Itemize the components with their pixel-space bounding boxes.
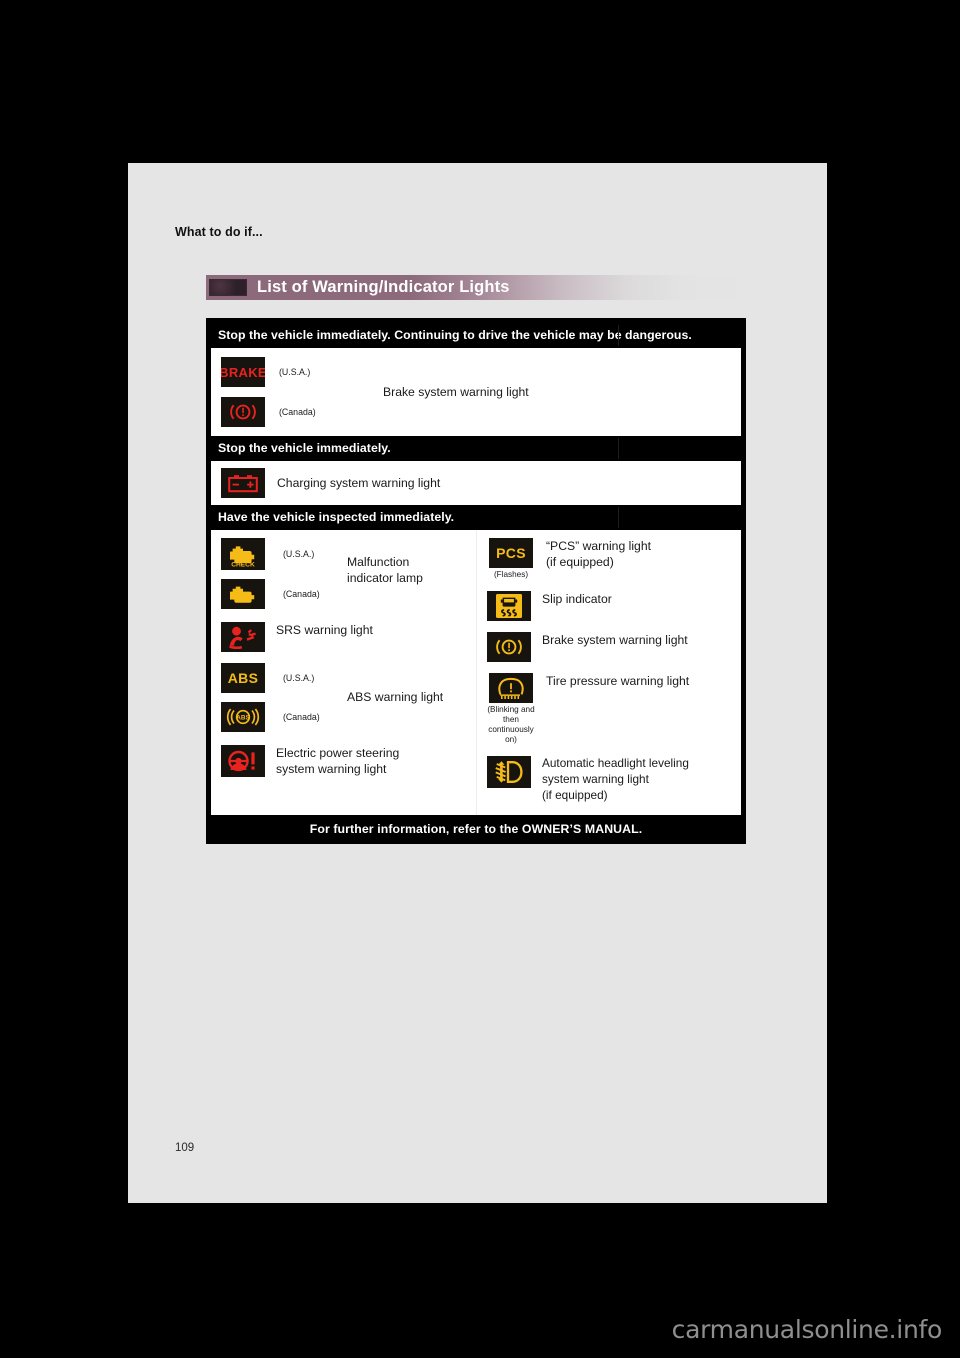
locale-label: (Canada) xyxy=(283,589,320,599)
indicator-label-line1: Electric power steering xyxy=(276,746,400,760)
warning-lights-table: Stop the vehicle immediately. Continuing… xyxy=(206,318,746,844)
icon-note: (Flashes) xyxy=(493,570,529,579)
indicator-entry-malfunction: CHECK (U.S.A.) (Canada) Malfunction indi… xyxy=(221,538,476,609)
indicator-label: Malfunction indicator lamp xyxy=(347,555,423,587)
page-title: List of Warning/Indicator Lights xyxy=(257,278,510,296)
icon-with-note: PCS (Flashes) xyxy=(487,538,535,580)
site-watermark: carmanualsonline.info xyxy=(671,1315,943,1344)
section-heading-1: Stop the vehicle immediately. Continuing… xyxy=(211,323,741,348)
electric-power-steering-icon xyxy=(221,745,265,777)
indicator-label: ABS warning light xyxy=(347,689,444,704)
indicator-label-line2: (if equipped) xyxy=(546,555,614,570)
section-marker-icon xyxy=(209,279,247,296)
brake-text-icon: BRAKE xyxy=(221,357,265,387)
indicator-label: Brake system warning light xyxy=(383,384,529,399)
pcs-text-icon-label: PCS xyxy=(496,545,526,561)
indicator-label-line2: indicator lamp xyxy=(347,570,423,585)
indicator-variant: ABS (U.S.A.) xyxy=(221,663,476,693)
manual-page: What to do if... List of Warning/Indicat… xyxy=(128,163,827,1203)
indicator-entry-brake: Brake system warning light xyxy=(487,632,741,662)
indicator-label-line2: system warning light xyxy=(542,771,649,786)
screenshot-root: What to do if... List of Warning/Indicat… xyxy=(0,0,960,1358)
locale-label: (Canada) xyxy=(279,407,316,417)
indicator-label-line1: “PCS” warning light xyxy=(546,539,651,553)
abs-text-icon: ABS xyxy=(221,663,265,693)
slip-indicator-icon xyxy=(487,591,531,621)
indicator-label-line1: Malfunction xyxy=(347,554,410,569)
brake-circle-icon xyxy=(487,632,531,662)
svg-text:CHECK: CHECK xyxy=(231,561,255,568)
indicator-label: Charging system warning light xyxy=(277,475,441,490)
indicator-entry-srs: SRS warning light xyxy=(221,622,476,652)
indicator-variant: ABS (Canada) xyxy=(221,702,476,732)
indicator-entry-tire-pressure: (Blinking and then continuously on) Tire… xyxy=(487,673,741,745)
section-body-1: BRAKE (U.S.A.) (Canada) Brake system war… xyxy=(211,348,741,436)
indicator-entry-abs: ABS (U.S.A.) ABS (Canada) ABS warning li… xyxy=(221,663,476,732)
indicator-label: Brake system warning light xyxy=(542,633,688,647)
section-title-bar: List of Warning/Indicator Lights xyxy=(206,275,746,300)
table-footer-note: For further information, refer to the OW… xyxy=(211,814,741,844)
right-column: PCS (Flashes) “PCS” warning light (if eq… xyxy=(476,530,741,815)
section-body-3: CHECK (U.S.A.) (Canada) Malfunction indi… xyxy=(211,530,741,815)
indicator-label: Slip indicator xyxy=(542,592,612,606)
indicator-entry-pcs: PCS (Flashes) “PCS” warning light (if eq… xyxy=(487,538,741,580)
indicator-entry-slip: Slip indicator xyxy=(487,591,741,621)
battery-icon xyxy=(221,468,265,498)
indicator-label: SRS warning light xyxy=(276,623,373,637)
left-column: CHECK (U.S.A.) (Canada) Malfunction indi… xyxy=(211,530,476,815)
srs-airbag-icon xyxy=(221,622,265,652)
icon-with-note: (Blinking and then continuously on) xyxy=(487,673,535,745)
indicator-label-line1: Automatic headlight leveling xyxy=(542,756,689,770)
indicator-variant: BRAKE (U.S.A.) xyxy=(221,357,316,387)
indicator-entry-eps: Electric power steering system warning l… xyxy=(221,745,476,778)
abs-text-icon-label: ABS xyxy=(227,670,259,686)
breadcrumb: What to do if... xyxy=(175,225,263,239)
check-engine-icon xyxy=(221,579,265,609)
check-engine-check-icon: CHECK xyxy=(221,538,265,570)
locale-label: (U.S.A.) xyxy=(279,367,311,377)
locale-label: (U.S.A.) xyxy=(283,673,315,683)
section-body-2: Charging system warning light xyxy=(211,461,741,505)
page-number: 109 xyxy=(175,1142,195,1154)
indicator-label-line2: system warning light xyxy=(276,762,387,777)
indicator-label: “PCS” warning light (if equipped) xyxy=(546,538,651,571)
indicator-entry-headlight-leveling: Automatic headlight leveling system warn… xyxy=(487,756,741,804)
abs-circle-icon: ABS xyxy=(221,702,265,732)
brake-circle-icon xyxy=(221,397,265,427)
indicator-label: Automatic headlight leveling system warn… xyxy=(542,756,689,804)
headlight-leveling-icon xyxy=(487,756,531,788)
indicator-label: Tire pressure warning light xyxy=(546,674,690,688)
pcs-text-icon: PCS xyxy=(489,538,533,568)
indicator-label: Electric power steering system warning l… xyxy=(276,745,399,778)
tire-pressure-icon xyxy=(489,673,533,703)
section-heading-2: Stop the vehicle immediately. xyxy=(211,436,741,461)
brake-text-icon-label: BRAKE xyxy=(221,364,265,380)
locale-label: (U.S.A.) xyxy=(283,549,315,559)
indicator-variant: (Canada) xyxy=(221,397,316,427)
icon-note: (Blinking and then continuously on) xyxy=(487,705,535,744)
indicator-label-line3: (if equipped) xyxy=(542,787,608,802)
locale-label: (Canada) xyxy=(283,712,320,722)
section-heading-3: Have the vehicle inspected immediately. xyxy=(211,505,741,530)
svg-text:ABS: ABS xyxy=(236,715,250,722)
